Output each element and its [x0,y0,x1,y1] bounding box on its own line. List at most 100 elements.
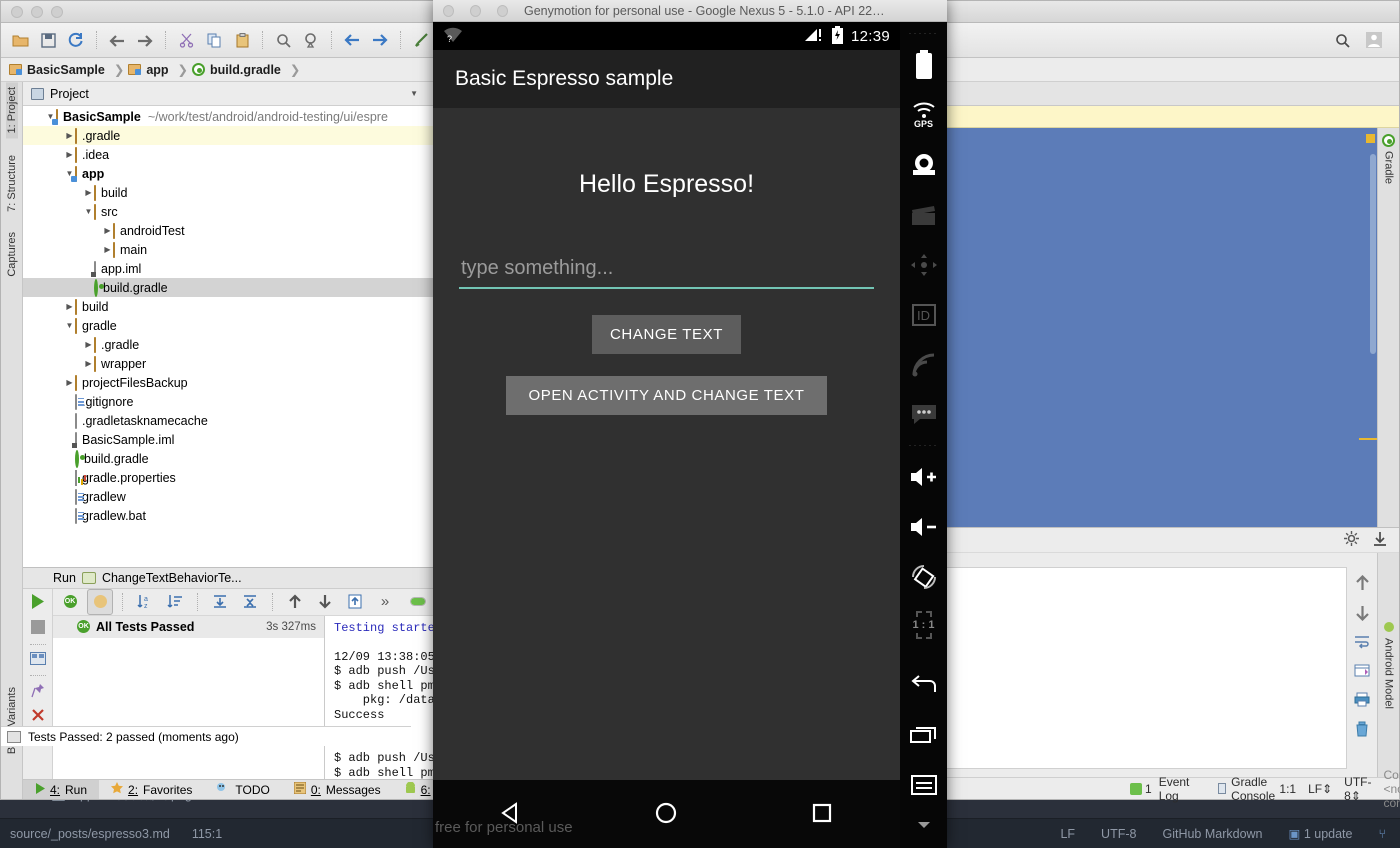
scroll-to-end-icon[interactable] [1373,531,1387,549]
tree-node[interactable]: ▶projectFilesBackup [23,373,434,392]
background-status-item[interactable]: LF [1060,827,1075,841]
save-icon[interactable] [35,27,61,53]
volume-down-icon[interactable] [900,502,947,552]
tree-arrow-icon[interactable]: ▼ [64,321,75,330]
up-arrow-icon[interactable] [1355,575,1370,594]
gradle-console-tab[interactable]: Gradle Console [1218,775,1279,803]
tree-arrow-icon[interactable]: ▶ [64,378,75,387]
android-model-tab[interactable]: Android Model [1377,553,1399,777]
tree-node[interactable]: ▼gradle [23,316,434,335]
battery-icon[interactable] [900,40,947,90]
settings-gear-icon[interactable] [1344,531,1359,549]
open-activity-and-change-text-button[interactable]: OPEN ACTIVITY AND CHANGE TEXT [506,376,826,415]
tree-node[interactable]: ▶androidTest [23,221,434,240]
replace-icon[interactable] [298,27,324,53]
tree-arrow-icon[interactable]: ▶ [64,302,75,311]
close-button[interactable] [31,708,45,725]
tree-node[interactable]: build.gradle [23,449,434,468]
tree-node[interactable]: gradlew.bat [23,506,434,525]
down-arrow-icon[interactable] [1355,605,1370,624]
sms-icon[interactable] [900,390,947,440]
sidebar-item-gradle[interactable]: Gradle [1383,151,1395,184]
sidebar-item-project[interactable]: 1: Project [6,82,18,138]
export-icon[interactable] [342,589,368,615]
tree-node[interactable]: gradlew [23,487,434,506]
line-separator-selector[interactable]: LF⇕ [1308,782,1332,796]
open-in-editor-icon[interactable] [1354,663,1370,681]
paste-icon[interactable] [229,27,255,53]
tree-node[interactable]: gradle.properties [23,468,434,487]
menu-icon[interactable] [900,760,947,810]
maximize-window-button[interactable] [497,5,508,17]
copy-icon[interactable] [201,27,227,53]
background-status-item[interactable]: ▣ 1 update [1289,826,1353,841]
tree-arrow-icon[interactable]: ▶ [83,340,94,349]
trash-icon[interactable] [1355,721,1369,740]
tree-arrow-icon[interactable]: ▶ [64,131,75,140]
pin-button[interactable] [31,683,45,701]
close-window-button[interactable] [443,5,454,17]
tree-node[interactable]: BasicSample.iml [23,430,434,449]
back-icon[interactable] [339,27,365,53]
forward-icon[interactable] [367,27,393,53]
soft-wrap-icon[interactable] [1354,635,1370,652]
tool-window-button-favorites[interactable]: 2:Favorites [99,780,204,799]
event-log-label[interactable]: Event Log [1159,775,1190,803]
collapse-all-icon[interactable] [237,589,263,615]
tree-node[interactable]: app.iml [23,259,434,278]
tree-node[interactable]: ▶build [23,183,434,202]
sort-alphabetically-icon[interactable]: az [132,589,158,615]
tree-node[interactable]: ▶.idea [23,145,434,164]
back-icon[interactable] [900,660,947,710]
undo-icon[interactable] [104,27,130,53]
event-log-badge[interactable]: 1 [1130,782,1152,796]
tree-node[interactable]: ▶.gradle [23,126,434,145]
tree-node[interactable]: ▼app [23,164,434,183]
tree-arrow-icon[interactable]: ▶ [102,245,113,254]
tool-window-button-run[interactable]: 4:Run [23,780,99,799]
avatar-icon[interactable] [1361,27,1387,53]
recents-icon[interactable] [900,710,947,760]
sort-by-duration-icon[interactable] [162,589,188,615]
tree-node[interactable]: ▼BasicSample~/work/test/android/android-… [23,107,434,126]
network-icon[interactable] [900,340,947,390]
tree-node[interactable]: ▶build [23,297,434,316]
background-status-item[interactable]: 115:1 [192,827,222,841]
tree-node[interactable]: ▶wrapper [23,354,434,373]
show-passed-icon[interactable]: OK [57,589,83,615]
volume-up-icon[interactable] [900,452,947,502]
minimize-window-button[interactable] [31,6,43,18]
scale-1-1-icon[interactable]: 1 : 1 [900,602,947,648]
tree-arrow-icon[interactable]: ▶ [64,150,75,159]
home-circle-icon[interactable] [653,800,679,829]
editor-scrollbar[interactable] [1370,154,1376,354]
rerun-button[interactable] [29,593,46,613]
clapperboard-icon[interactable] [900,190,947,240]
text-input-field[interactable]: type something... [459,257,874,289]
background-status-item[interactable]: GitHub Markdown [1162,827,1262,841]
find-icon[interactable] [270,27,296,53]
sidebar-item-captures[interactable]: Captures [6,227,18,282]
cut-icon[interactable] [173,27,199,53]
tree-arrow-icon[interactable]: ▶ [83,359,94,368]
tree-node[interactable]: ▶.gradle [23,335,434,354]
tests-tree[interactable]: OK All Tests Passed 3s 327ms [53,616,325,779]
tree-node[interactable]: ▼src [23,202,434,221]
change-text-button[interactable]: CHANGE TEXT [592,315,741,354]
prev-failed-icon[interactable] [282,589,308,615]
more-icon[interactable]: » [372,589,398,615]
git-branch-icon[interactable]: ⑂ [1378,827,1386,841]
rotate-icon[interactable] [900,552,947,602]
tool-window-button-todo[interactable]: TODO [204,780,281,799]
test-result-row[interactable]: OK All Tests Passed 3s 327ms [53,616,324,638]
dpad-icon[interactable] [900,240,947,290]
context-label[interactable]: Context: <no context> [1384,768,1400,810]
gps-icon[interactable]: GPS [900,90,947,140]
minimize-window-button[interactable] [470,5,481,17]
camera-icon[interactable] [900,140,947,190]
redo-icon[interactable] [132,27,158,53]
tree-arrow-icon[interactable]: ▶ [102,226,113,235]
encoding-selector[interactable]: UTF-8⇕ [1344,775,1371,803]
tree-node[interactable]: build.gradle [23,278,434,297]
search-everywhere-icon[interactable] [1329,27,1355,53]
